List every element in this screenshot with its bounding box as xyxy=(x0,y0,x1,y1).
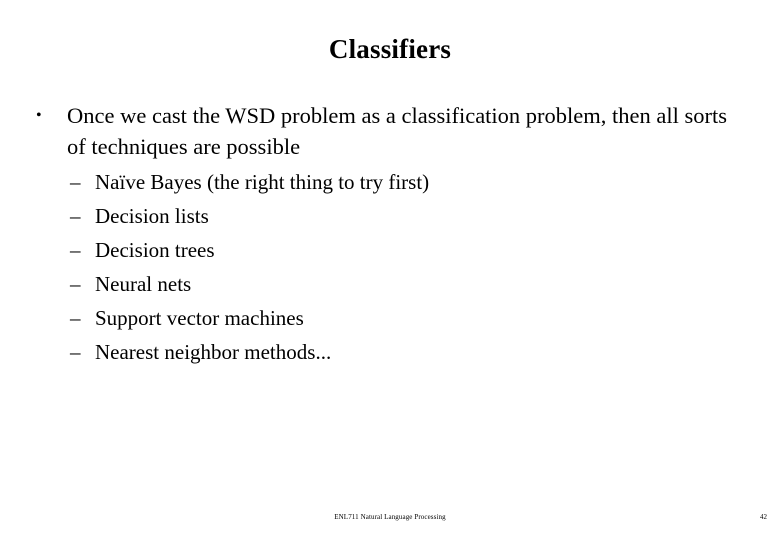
sub-bullet-text: Support vector machines xyxy=(95,306,304,330)
sub-bullet-nearest-neighbor-methods: – Nearest neighbor methods... xyxy=(30,335,750,369)
sub-bullet-list: – Naïve Bayes (the right thing to try fi… xyxy=(30,165,750,369)
slide-footer: ENL711 Natural Language Processing 42 xyxy=(0,512,780,526)
sub-bullet-text: Nearest neighbor methods... xyxy=(95,340,332,364)
bullet-level1-text: Once we cast the WSD problem as a classi… xyxy=(67,103,728,159)
sub-bullet-decision-trees: – Decision trees xyxy=(30,233,750,267)
sub-bullet-support-vector-machines: – Support vector machines xyxy=(30,301,750,335)
dash-icon: – xyxy=(70,170,81,194)
dash-icon: – xyxy=(70,340,81,364)
sub-bullet-text: Decision lists xyxy=(95,204,209,228)
slide-page-number: 42 xyxy=(760,513,767,521)
sub-bullet-decision-lists: – Decision lists xyxy=(30,199,750,233)
bullet-dot-icon: • xyxy=(36,107,42,124)
sub-bullet-text: Decision trees xyxy=(95,238,215,262)
sub-bullet-text: Neural nets xyxy=(95,272,192,296)
sub-bullet-naive-bayes: – Naïve Bayes (the right thing to try fi… xyxy=(30,165,750,199)
page-title: Classifiers xyxy=(328,34,452,64)
dash-icon: – xyxy=(70,238,81,262)
dash-icon: – xyxy=(70,204,81,228)
dash-icon: – xyxy=(70,306,81,330)
dash-icon: – xyxy=(70,272,81,296)
footer-course-label: ENL711 Natural Language Processing xyxy=(334,513,446,521)
slide-body: • Once we cast the WSD problem as a clas… xyxy=(30,100,750,369)
sub-bullet-text: Naïve Bayes (the right thing to try firs… xyxy=(95,170,430,194)
sub-bullet-neural-nets: – Neural nets xyxy=(30,267,750,301)
slide-canvas: Classifiers • Once we cast the WSD probl… xyxy=(0,0,780,540)
bullet-item-level1: • Once we cast the WSD problem as a clas… xyxy=(30,100,750,162)
